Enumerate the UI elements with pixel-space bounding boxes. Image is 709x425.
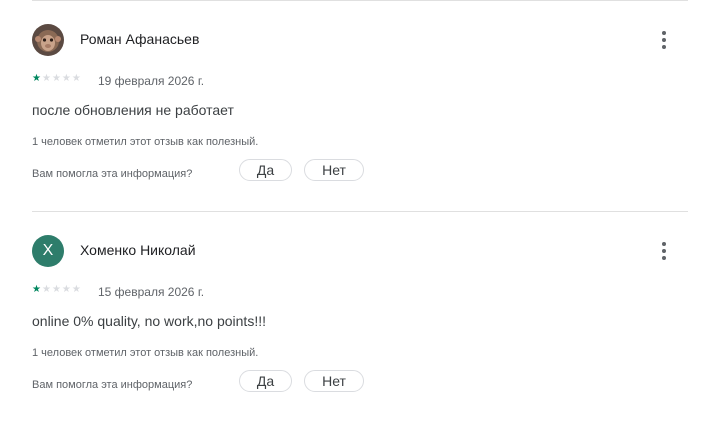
star-filled-icon: ★ — [32, 73, 42, 84]
review-author: Роман Афанасьев — [80, 31, 200, 47]
more-options-icon[interactable] — [652, 24, 676, 56]
top-divider — [32, 0, 688, 1]
review-text: online 0% quality, no work,no points!!! — [32, 313, 266, 329]
no-button[interactable]: Нет — [304, 159, 364, 181]
star-empty-icon: ★ — [41, 73, 52, 84]
review-date: 15 февраля 2026 г. — [98, 285, 205, 299]
star-empty-icon: ★ — [61, 73, 72, 84]
avatar — [32, 24, 64, 56]
review-date: 19 февраля 2026 г. — [98, 74, 205, 88]
review-author: Хоменко Николай — [80, 242, 196, 258]
helpful-count: 1 человек отметил этот отзыв как полезны… — [32, 136, 259, 148]
star-empty-icon: ★ — [71, 73, 82, 84]
monkey-photo-avatar-icon — [32, 24, 64, 56]
helpful-question: Вам помогла эта информация? — [32, 379, 193, 391]
star-rating: ★★★★★ — [32, 73, 82, 85]
no-button[interactable]: Нет — [304, 370, 364, 392]
star-empty-icon: ★ — [51, 284, 62, 295]
star-empty-icon: ★ — [71, 284, 82, 295]
helpful-count: 1 человек отметил этот отзыв как полезны… — [32, 347, 259, 359]
yes-button[interactable]: Да — [239, 159, 292, 181]
star-empty-icon: ★ — [61, 284, 72, 295]
star-empty-icon: ★ — [41, 284, 52, 295]
yes-button[interactable]: Да — [239, 370, 292, 392]
review-text: после обновления не работает — [32, 102, 234, 118]
helpful-question: Вам помогла эта информация? — [32, 168, 193, 180]
star-rating: ★★★★★ — [32, 284, 82, 296]
star-empty-icon: ★ — [51, 73, 62, 84]
avatar: Х — [32, 235, 64, 267]
more-options-icon[interactable] — [652, 235, 676, 267]
star-filled-icon: ★ — [32, 284, 42, 295]
review-card: Х Хоменко Николай ★★★★★ 15 февраля 2026 … — [32, 235, 688, 425]
review-divider — [32, 211, 688, 212]
review-card: Роман Афанасьев ★★★★★ 19 февраля 2026 г.… — [32, 24, 688, 214]
